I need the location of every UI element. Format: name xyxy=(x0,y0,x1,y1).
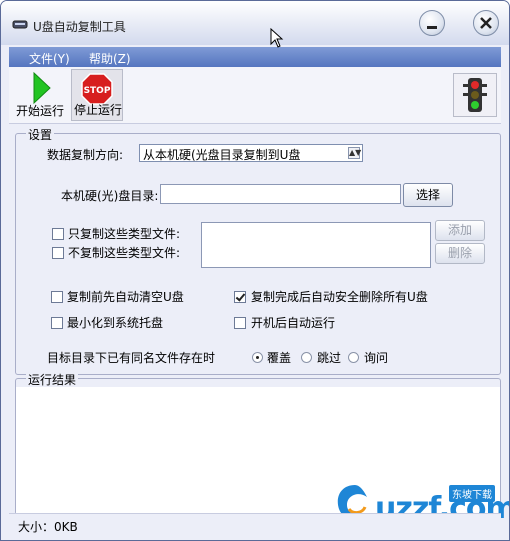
minimize-tray-label: 最小化到系统托盘 xyxy=(67,316,164,330)
skip-radio[interactable] xyxy=(301,352,312,363)
traffic-light-button[interactable] xyxy=(453,73,497,117)
app-window: U盘自动复制工具 文件(Y) 帮助(Z) 开始运行 STOP 停止运行 设置 数… xyxy=(0,0,510,541)
menu-bar: 文件(Y) 帮助(Z) xyxy=(9,47,501,67)
status-bar: 大小：0KB xyxy=(9,513,501,538)
dir-input[interactable] xyxy=(160,184,401,204)
file-types-textarea[interactable] xyxy=(201,222,431,268)
stop-label: 停止运行 xyxy=(73,103,122,117)
close-icon xyxy=(480,17,492,29)
window-title: U盘自动复制工具 xyxy=(33,20,126,34)
direction-label: 数据复制方向: xyxy=(47,148,124,162)
traffic-light-icon xyxy=(463,78,487,112)
minimize-button[interactable] xyxy=(419,10,445,36)
mouse-cursor-icon xyxy=(270,28,284,48)
only-copy-checkbox[interactable] xyxy=(52,228,64,240)
drive-icon xyxy=(12,20,28,29)
direction-value: 从本机硬(光盘目录复制到U盘 xyxy=(143,148,301,162)
close-button[interactable] xyxy=(473,10,499,36)
title-bar[interactable]: U盘自动复制工具 xyxy=(1,1,509,45)
start-label: 开始运行 xyxy=(15,104,64,118)
minimize-tray-checkbox[interactable] xyxy=(51,317,63,329)
choose-button[interactable]: 选择 xyxy=(403,183,453,207)
autorun-checkbox[interactable] xyxy=(234,317,246,329)
stop-sign-text: STOP xyxy=(84,86,111,96)
no-copy-checkbox[interactable] xyxy=(52,247,64,259)
minimize-icon xyxy=(427,26,437,29)
settings-group-title: 设置 xyxy=(26,126,55,143)
conflict-label: 目标目录下已有同名文件存在时 xyxy=(47,351,216,365)
autorun-label: 开机后自动运行 xyxy=(251,316,336,330)
no-copy-label: 不复制这些类型文件: xyxy=(68,246,181,260)
results-group-title: 运行结果 xyxy=(26,371,79,388)
size-status: 大小：0KB xyxy=(18,520,78,534)
only-copy-label: 只复制这些类型文件: xyxy=(68,227,181,241)
start-button[interactable]: 开始运行 xyxy=(14,69,66,121)
dir-label: 本机硬(光)盘目录: xyxy=(61,189,159,203)
clear-before-checkbox[interactable] xyxy=(51,291,63,303)
watermark-badge: 东坡下载 xyxy=(449,485,495,502)
menu-help[interactable]: 帮助(Z) xyxy=(89,50,131,67)
skip-label: 跳过 xyxy=(317,351,342,365)
direction-select[interactable]: 从本机硬(光盘目录复制到U盘 ▲▼ xyxy=(139,144,363,162)
add-button[interactable]: 添加 xyxy=(435,220,485,241)
overwrite-label: 覆盖 xyxy=(267,351,292,365)
delete-button[interactable]: 删除 xyxy=(435,243,485,264)
ask-radio[interactable] xyxy=(348,352,359,363)
clear-before-label: 复制前先自动清空U盘 xyxy=(67,290,184,304)
safe-remove-label: 复制完成后自动安全删除所有U盘 xyxy=(251,290,428,304)
overwrite-radio[interactable] xyxy=(252,352,263,363)
ask-label: 询问 xyxy=(364,351,389,365)
toolbar: 开始运行 STOP 停止运行 xyxy=(9,67,501,124)
play-icon xyxy=(33,71,51,105)
safe-remove-checkbox[interactable] xyxy=(234,291,246,303)
stop-button[interactable]: STOP 停止运行 xyxy=(71,69,123,121)
menu-file[interactable]: 文件(Y) xyxy=(29,50,70,67)
chevron-down-icon: ▲▼ xyxy=(348,147,362,159)
